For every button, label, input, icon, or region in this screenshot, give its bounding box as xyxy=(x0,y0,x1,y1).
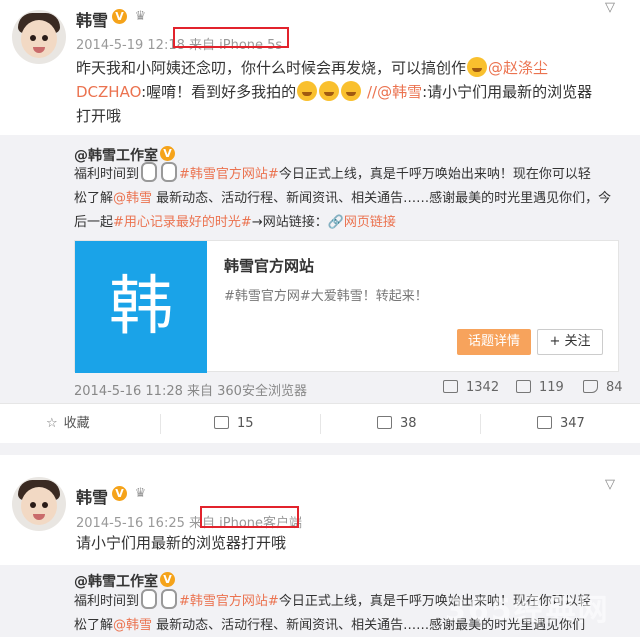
favorite-button[interactable]: ☆ 收藏 xyxy=(46,404,90,444)
repost-meta: 2014-5-16 11:28 来自 360安全浏览器 xyxy=(74,384,307,399)
highlight-box xyxy=(173,27,289,48)
vip-badge-icon: V xyxy=(160,146,175,161)
post-body: 请小宁们用最新的浏览器打开哦 xyxy=(76,534,287,552)
web-link[interactable]: 🔗网页链接 xyxy=(328,215,396,230)
post-body: 昨天我和小阿姨还念叨，你什么时候会再发烧，可以搞创作 @赵涤尘DCZHAO:喔唷！… xyxy=(76,57,593,125)
link-card[interactable]: 韩 韩雪官方网站 #韩雪官方网#大爱韩雪！转起来！ 话题详情 + 关注 xyxy=(74,240,619,373)
microphone-icon xyxy=(161,162,178,182)
hashtag-link[interactable]: #韩雪官方网站# xyxy=(179,594,279,609)
chevron-down-icon[interactable]: ▽ xyxy=(605,0,615,15)
forward-button[interactable]: 15 xyxy=(214,404,254,444)
microphone-icon xyxy=(141,589,158,609)
link-card-desc: #韩雪官方网#大爱韩雪！转起来！ xyxy=(224,289,428,304)
repost-forward[interactable]: 1342 xyxy=(443,380,499,395)
comment-icon xyxy=(377,416,392,429)
weibo-feed: 韩雪 V ♛ ▽ 2014-5-19 12:18 来自 iPhone 5s 昨天… xyxy=(0,0,640,637)
forward-icon xyxy=(214,416,229,429)
microphone-icon xyxy=(141,162,158,182)
thumbs-up-icon xyxy=(537,416,552,429)
post-card: 韩雪 V ♛ ▽ 2014-5-19 12:18 来自 iPhone 5s 昨天… xyxy=(0,0,640,135)
action-bar: ☆ 收藏 15 38 347 xyxy=(0,403,640,443)
post-card: 韩雪 V ♛ ▽ 2014-5-16 16:25 来自 iPhone客户端 请小… xyxy=(0,455,640,565)
mention-link[interactable]: @韩雪 xyxy=(113,191,152,206)
like-button[interactable]: 347 xyxy=(537,404,585,444)
mention-link[interactable]: @韩雪 xyxy=(377,83,422,101)
username[interactable]: 韩雪 xyxy=(76,484,108,508)
vip-badge-icon: V xyxy=(112,9,127,24)
repost-body: 福利时间到 #韩雪官方网站#今日正式上线，真是千呼万唤始出来呐！现在你可以轻 松了… xyxy=(74,162,634,235)
member-crown-icon: ♛ xyxy=(134,486,147,501)
vip-badge-icon: V xyxy=(160,572,175,587)
vip-badge-icon: V xyxy=(112,486,127,501)
watermark: 365经典网 xyxy=(445,593,610,628)
chevron-down-icon[interactable]: ▽ xyxy=(605,477,615,492)
repost-like[interactable]: 84 xyxy=(583,380,623,395)
emoji-icon xyxy=(341,81,362,101)
follow-button[interactable]: + 关注 xyxy=(537,329,603,355)
comment-icon xyxy=(516,380,531,393)
topic-detail-button[interactable]: 话题详情 xyxy=(457,329,531,355)
microphone-icon xyxy=(161,589,178,609)
hashtag-link[interactable]: #用心记录最好的时光# xyxy=(113,215,252,230)
site-logo: 韩 xyxy=(75,241,207,373)
avatar[interactable] xyxy=(12,477,66,531)
repost-author[interactable]: @韩雪工作室 xyxy=(74,571,158,591)
comment-button[interactable]: 38 xyxy=(377,404,417,444)
member-crown-icon: ♛ xyxy=(134,9,147,24)
highlight-box xyxy=(200,506,299,528)
emoji-icon xyxy=(297,81,318,101)
emoji-icon xyxy=(467,57,488,77)
hashtag-link[interactable]: #韩雪官方网站# xyxy=(179,167,279,182)
star-icon: ☆ xyxy=(46,416,58,431)
thumbs-up-icon xyxy=(583,380,598,393)
forward-icon xyxy=(443,380,458,393)
avatar[interactable] xyxy=(12,10,66,64)
mention-link[interactable]: @韩雪 xyxy=(113,618,152,633)
repost-comment[interactable]: 119 xyxy=(516,380,564,395)
username[interactable]: 韩雪 xyxy=(76,7,108,31)
emoji-icon xyxy=(319,81,340,101)
link-card-title[interactable]: 韩雪官方网站 xyxy=(224,255,314,276)
